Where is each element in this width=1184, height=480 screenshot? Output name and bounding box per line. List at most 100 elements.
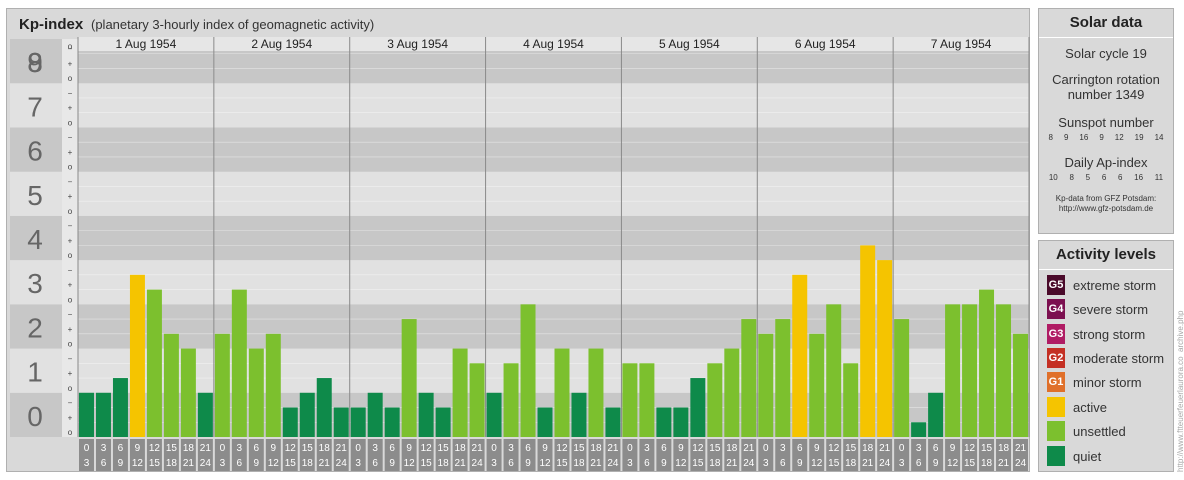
- legend-swatch-g1: G1: [1047, 372, 1065, 392]
- hour-start-label: 12: [421, 443, 433, 454]
- day-label: 5 Aug 1954: [659, 37, 720, 51]
- hour-start-label: 6: [661, 443, 667, 454]
- hour-start-label: 0: [491, 443, 497, 454]
- sub-level-label: +: [68, 148, 73, 157]
- kp-bar: [299, 392, 315, 437]
- day-label: 1 Aug 1954: [116, 37, 177, 51]
- hour-start-label: 21: [472, 443, 484, 454]
- kp-bar: [452, 348, 468, 437]
- hour-end-label: 18: [709, 458, 721, 469]
- kp-bar: [809, 333, 825, 437]
- sunspot-value: 16: [1079, 133, 1089, 142]
- hour-start-label: 0: [84, 443, 90, 454]
- hour-start-label: 15: [573, 443, 585, 454]
- hour-end-label: 18: [438, 458, 450, 469]
- sunspot-value: 8: [1048, 133, 1053, 142]
- hour-start-label: 15: [981, 443, 993, 454]
- kp-bar: [656, 407, 672, 437]
- hour-end-label: 9: [525, 458, 531, 469]
- day-label: 2 Aug 1954: [251, 37, 312, 51]
- band-row: [10, 171, 1029, 216]
- band-row: [10, 304, 1029, 349]
- hour-start-label: 18: [183, 443, 195, 454]
- hour-start-label: 18: [455, 443, 467, 454]
- legend-item-g1: G1 minor storm: [1047, 372, 1142, 392]
- kp-bar: [741, 319, 757, 437]
- hour-end-label: 24: [336, 458, 348, 469]
- hour-start-label: 0: [763, 443, 769, 454]
- hour-end-label: 21: [862, 458, 874, 469]
- hour-end-label: 3: [220, 458, 226, 469]
- kp-bar: [605, 407, 621, 437]
- hour-start-label: 18: [590, 443, 602, 454]
- hour-end-label: 15: [964, 458, 976, 469]
- credit-link[interactable]: http://www.gfz-potsdam.de: [1039, 204, 1173, 214]
- ap-value: 5: [1085, 173, 1091, 182]
- kp-bar: [520, 304, 536, 437]
- kp-bar: [792, 274, 808, 437]
- kp-bar: [690, 378, 706, 437]
- ap-values-row: 10 8 5 6 6 16 11: [1039, 173, 1173, 182]
- sub-level-label: −: [68, 222, 73, 231]
- day-label: 7 Aug 1954: [931, 37, 992, 51]
- legend-label: extreme storm: [1073, 277, 1157, 293]
- band-row: [10, 392, 1029, 437]
- kp-bar: [537, 407, 553, 437]
- hour-end-label: 12: [132, 458, 144, 469]
- legend-label: severe storm: [1073, 301, 1149, 317]
- kp-bar: [758, 333, 774, 437]
- hour-start-label: 9: [271, 443, 277, 454]
- hour-end-label: 3: [355, 458, 361, 469]
- legend-swatch-g2: G2: [1047, 348, 1065, 368]
- y-tick-label: 5: [27, 180, 43, 211]
- kp-bar: [860, 245, 876, 437]
- activity-levels-panel: Activity levels G5 extreme storm G4 seve…: [1038, 240, 1174, 472]
- sub-level-label: o: [68, 295, 73, 304]
- sub-level-label: −: [68, 133, 73, 142]
- hour-end-label: 12: [539, 458, 551, 469]
- hour-start-label: 3: [916, 443, 922, 454]
- legend-item-g5: G5 extreme storm: [1047, 275, 1156, 295]
- legend-swatch-g3: G3: [1047, 324, 1065, 344]
- hour-end-label: 12: [268, 458, 280, 469]
- sub-level-label: −: [68, 89, 73, 98]
- hour-end-label: 6: [101, 458, 107, 469]
- sunspot-value: 9: [1099, 133, 1104, 142]
- hour-start-label: 12: [964, 443, 976, 454]
- hour-start-label: 18: [726, 443, 738, 454]
- hour-start-label: 12: [149, 443, 161, 454]
- hour-end-label: 15: [285, 458, 297, 469]
- hour-start-label: 6: [118, 443, 124, 454]
- solar-data-header: Solar data: [1039, 9, 1173, 38]
- hour-end-label: 12: [811, 458, 823, 469]
- y-tick-label: 2: [27, 312, 43, 343]
- hour-start-label: 15: [845, 443, 857, 454]
- hour-start-label: 21: [1015, 443, 1027, 454]
- y-tick-label: 7: [27, 91, 43, 122]
- hour-end-label: 3: [763, 458, 769, 469]
- hour-start-label: 3: [101, 443, 107, 454]
- kp-bar: [775, 319, 791, 437]
- ap-value: 11: [1154, 173, 1164, 182]
- legend-swatch-quiet: [1047, 446, 1065, 466]
- hour-start-label: 0: [627, 443, 633, 454]
- hour-end-label: 6: [237, 458, 243, 469]
- legend-item-g4: G4 severe storm: [1047, 299, 1148, 319]
- sub-level-label: +: [68, 104, 73, 113]
- kp-bar: [843, 363, 859, 437]
- sub-level-label: o: [68, 251, 73, 260]
- y-tick-label: 4: [27, 224, 43, 255]
- legend-label: active: [1073, 399, 1107, 415]
- hour-start-label: 6: [933, 443, 939, 454]
- sub-level-label: o: [68, 340, 73, 349]
- sub-level-label: o: [68, 384, 73, 393]
- kp-bar: [622, 363, 638, 437]
- ap-value: 16: [1134, 173, 1144, 182]
- hour-end-label: 18: [573, 458, 585, 469]
- hour-end-label: 6: [916, 458, 922, 469]
- legend-swatch-unsettled: [1047, 421, 1065, 441]
- sunspot-label: Sunspot number: [1058, 115, 1154, 130]
- kp-chart-panel: Kp-index (planetary 3-hourly index of ge…: [6, 8, 1030, 472]
- sub-level-label: −: [68, 266, 73, 275]
- sunspot-value: 12: [1114, 133, 1124, 142]
